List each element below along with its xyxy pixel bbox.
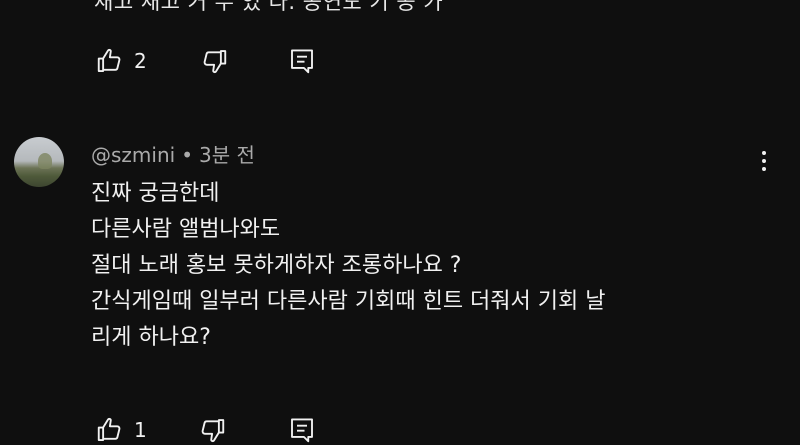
thumbs-down-icon	[203, 50, 227, 74]
comment-line: 진짜 궁금한데	[91, 181, 220, 206]
comment-line: 절대 노래 홍보 못하게하자 조롱하나요 ?	[91, 253, 462, 278]
more-options-button[interactable]	[752, 145, 776, 177]
reply-button[interactable]	[286, 414, 318, 445]
comment-line: 다른사람 앨범나와도	[91, 217, 281, 242]
thumbs-down-icon	[201, 419, 225, 443]
comment-text: 진짜 궁금한데 다른사람 앨범나와도 절대 노래 홍보 못하게하자 조롱하나요 …	[91, 176, 781, 356]
comment-author[interactable]: @szmini	[91, 143, 175, 167]
thumbs-up-icon	[97, 48, 121, 72]
like-count: 1	[134, 418, 147, 442]
dislike-button[interactable]	[196, 414, 228, 445]
avatar[interactable]	[14, 137, 64, 187]
reply-button[interactable]	[286, 45, 318, 77]
like-button[interactable]	[94, 414, 126, 445]
comment-line: 리게 하나요?	[91, 325, 211, 350]
meta-separator: •	[181, 143, 193, 167]
comment-time: 3분 전	[199, 143, 255, 167]
more-vertical-icon-dot	[762, 159, 766, 163]
more-vertical-icon-dot	[762, 151, 766, 155]
like-button[interactable]	[94, 45, 126, 77]
comment-reply-icon	[291, 49, 313, 74]
comment-line: 간식게임때 일부러 다른사람 기회때 힌트 더줘서 기회 날	[91, 289, 606, 314]
comment-meta: @szmini • 3분 전	[91, 139, 255, 168]
comment-reply-icon	[291, 418, 313, 443]
dislike-button[interactable]	[198, 45, 230, 77]
previous-comment-text: 재고 재고 거 두 었 다. 공연도 기 공 가	[94, 0, 444, 14]
avatar-tree-shape	[38, 153, 52, 169]
comment-actions: 1	[94, 414, 318, 445]
comments-screen: 재고 재고 거 두 었 다. 공연도 기 공 가 2 @szmini • 3분 …	[0, 0, 800, 445]
more-vertical-icon-dot	[762, 167, 766, 171]
previous-comment-actions: 2	[94, 45, 318, 77]
like-count: 2	[134, 49, 147, 73]
thumbs-up-icon	[97, 417, 121, 441]
